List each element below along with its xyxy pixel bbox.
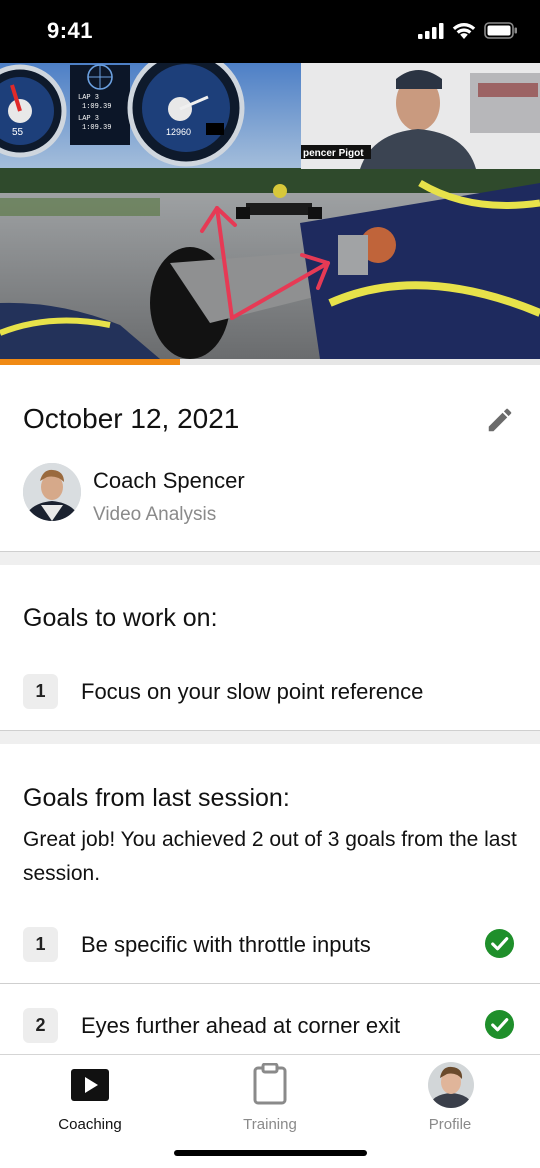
rpm-gauge: 12960	[127, 63, 245, 167]
goal-number-badge: 1	[23, 927, 58, 962]
video-player[interactable]: 55 LAP 3 1:09.39 LAP 3 1:09.39 12960 pen…	[0, 63, 540, 359]
section-divider	[0, 730, 540, 744]
tab-training[interactable]: Training	[180, 1055, 360, 1145]
lap-label-1: LAP 3	[78, 94, 99, 102]
tab-coaching[interactable]: Coaching	[0, 1055, 180, 1145]
lap-timer-overlay: LAP 3 1:09.39 LAP 3 1:09.39	[70, 64, 130, 145]
goal-text: Eyes further ahead at corner exit	[81, 1013, 401, 1038]
tab-profile-label: Profile	[428, 1116, 472, 1133]
checkmark-circle-icon	[484, 928, 515, 959]
last-session-title: Goals from last session:	[23, 784, 290, 812]
coach-role: Video Analysis	[93, 504, 217, 525]
clipboard-icon	[253, 1063, 287, 1105]
goals-title: Goals to work on:	[23, 604, 218, 632]
goal-text: Be specific with throttle inputs	[81, 932, 371, 957]
battery-icon	[484, 22, 517, 39]
section-divider	[0, 551, 540, 565]
webcam-name-label: pencer Pigot	[303, 148, 364, 159]
session-date: October 12, 2021	[23, 403, 240, 434]
tab-coaching-label: Coaching	[58, 1116, 122, 1133]
status-icons	[418, 22, 518, 39]
edit-pencil-icon[interactable]	[485, 405, 515, 435]
lap-time-1: 1:09.39	[82, 103, 111, 111]
coach-avatar	[23, 463, 81, 521]
home-indicator	[174, 1150, 367, 1156]
status-time: 9:41	[47, 18, 94, 43]
rpm-readout: 12960	[166, 127, 191, 137]
last-session-summary: Great job! You achieved 2 out of 3 goals…	[23, 828, 517, 885]
goal-text: Focus on your slow point reference	[81, 679, 424, 704]
lap-label-2: LAP 3	[78, 115, 99, 123]
play-icon	[71, 1069, 109, 1101]
goal-number-badge: 2	[23, 1008, 58, 1043]
status-bar: 9:41	[0, 0, 540, 63]
wifi-icon	[452, 23, 476, 39]
row-divider	[0, 983, 540, 984]
goal-number-badge: 1	[23, 674, 58, 709]
tab-profile[interactable]: Profile	[360, 1055, 540, 1145]
coach-name: Coach Spencer	[93, 468, 245, 493]
profile-avatar	[428, 1062, 474, 1108]
speed-gauge: 55	[0, 64, 67, 158]
speed-readout: 55	[12, 127, 24, 138]
checkmark-circle-icon	[484, 1009, 515, 1040]
lap-time-2: 1:09.39	[82, 124, 111, 132]
video-progress-bar[interactable]	[0, 359, 540, 365]
tab-training-label: Training	[243, 1116, 297, 1133]
webcam-inset: pencer Pigot	[301, 63, 540, 169]
cellular-signal-icon	[418, 22, 444, 39]
video-progress-fill	[0, 359, 180, 365]
